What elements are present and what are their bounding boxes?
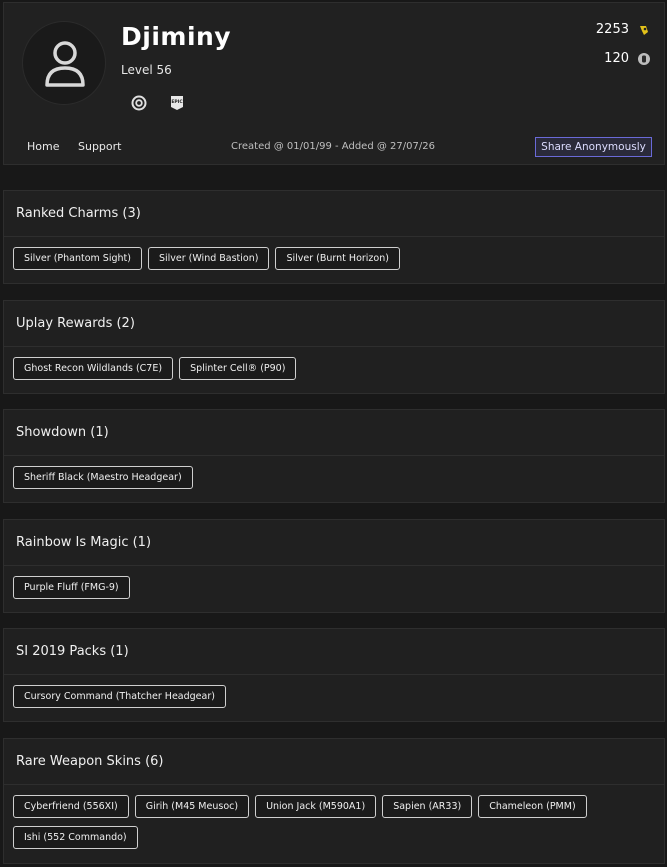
item-chip[interactable]: Sapien (AR33) <box>382 795 473 818</box>
item-list: Cursory Command (Thatcher Headgear) <box>4 675 664 708</box>
nav-support-link[interactable]: Support <box>78 140 121 153</box>
item-chip[interactable]: Sheriff Black (Maestro Headgear) <box>13 466 193 489</box>
item-chip[interactable]: Cursory Command (Thatcher Headgear) <box>13 685 226 708</box>
epic-games-icon[interactable]: EPIC <box>170 95 186 111</box>
item-list: Cyberfriend (556XI) Girih (M45 Meusoc) U… <box>4 785 664 849</box>
section-ranked-charms: Ranked Charms (3) Silver (Phantom Sight)… <box>3 190 665 284</box>
section-rainbow-is-magic: Rainbow Is Magic (1) Purple Fluff (FMG-9… <box>3 519 665 613</box>
credits-value: 120 <box>604 51 629 66</box>
item-chip[interactable]: Chameleon (PMM) <box>478 795 587 818</box>
player-level: Level 56 <box>121 63 172 77</box>
page: Djiminy Level 56 EPIC 2253 120 Home Supp… <box>0 0 667 867</box>
uplay-icon[interactable] <box>131 95 147 111</box>
r6-credits-icon <box>637 52 651 66</box>
item-chip[interactable]: Union Jack (M590A1) <box>255 795 377 818</box>
section-showdown: Showdown (1) Sheriff Black (Maestro Head… <box>3 409 665 503</box>
renown-icon <box>637 23 651 37</box>
section-title: Ranked Charms (3) <box>4 191 664 237</box>
item-list: Sheriff Black (Maestro Headgear) <box>4 456 664 489</box>
item-chip[interactable]: Purple Fluff (FMG-9) <box>13 576 130 599</box>
epic-games-label: EPIC <box>171 99 183 105</box>
section-title: SI 2019 Packs (1) <box>4 629 664 675</box>
item-chip[interactable]: Cyberfriend (556XI) <box>13 795 129 818</box>
section-title: Uplay Rewards (2) <box>4 301 664 347</box>
credits-stat: 120 <box>604 51 651 66</box>
section-rare-weapon-skins: Rare Weapon Skins (6) Cyberfriend (556XI… <box>3 738 665 864</box>
section-title: Showdown (1) <box>4 410 664 456</box>
item-list: Silver (Phantom Sight) Silver (Wind Bast… <box>4 237 664 270</box>
created-added-dates: Created @ 01/01/99 - Added @ 27/07/26 <box>231 141 435 152</box>
item-list: Ghost Recon Wildlands (C7E) Splinter Cel… <box>4 347 664 380</box>
item-chip[interactable]: Ghost Recon Wildlands (C7E) <box>13 357 174 380</box>
item-chip[interactable]: Silver (Wind Bastion) <box>147 247 270 270</box>
username: Djiminy <box>121 22 232 51</box>
item-chip[interactable]: Ishi (552 Commando) <box>13 826 138 849</box>
user-silhouette-icon <box>45 41 85 87</box>
section-uplay-rewards: Uplay Rewards (2) Ghost Recon Wildlands … <box>3 300 665 394</box>
renown-stat: 2253 <box>596 22 651 37</box>
section-title: Rainbow Is Magic (1) <box>4 520 664 566</box>
item-chip[interactable]: Silver (Phantom Sight) <box>13 247 142 270</box>
item-chip[interactable]: Splinter Cell® (P90) <box>179 357 297 380</box>
item-chip[interactable]: Girih (M45 Meusoc) <box>134 795 250 818</box>
section-title: Rare Weapon Skins (6) <box>4 739 664 785</box>
nav-home-link[interactable]: Home <box>27 140 59 153</box>
item-chip[interactable]: Silver (Burnt Horizon) <box>275 247 400 270</box>
profile-header: Djiminy Level 56 EPIC 2253 120 Home Supp… <box>3 2 665 165</box>
section-si-2019-packs: SI 2019 Packs (1) Cursory Command (Thatc… <box>3 628 665 722</box>
item-list: Purple Fluff (FMG-9) <box>4 566 664 599</box>
share-anonymously-button[interactable]: Share Anonymously <box>535 137 652 157</box>
renown-value: 2253 <box>595 22 629 37</box>
avatar <box>22 21 106 105</box>
